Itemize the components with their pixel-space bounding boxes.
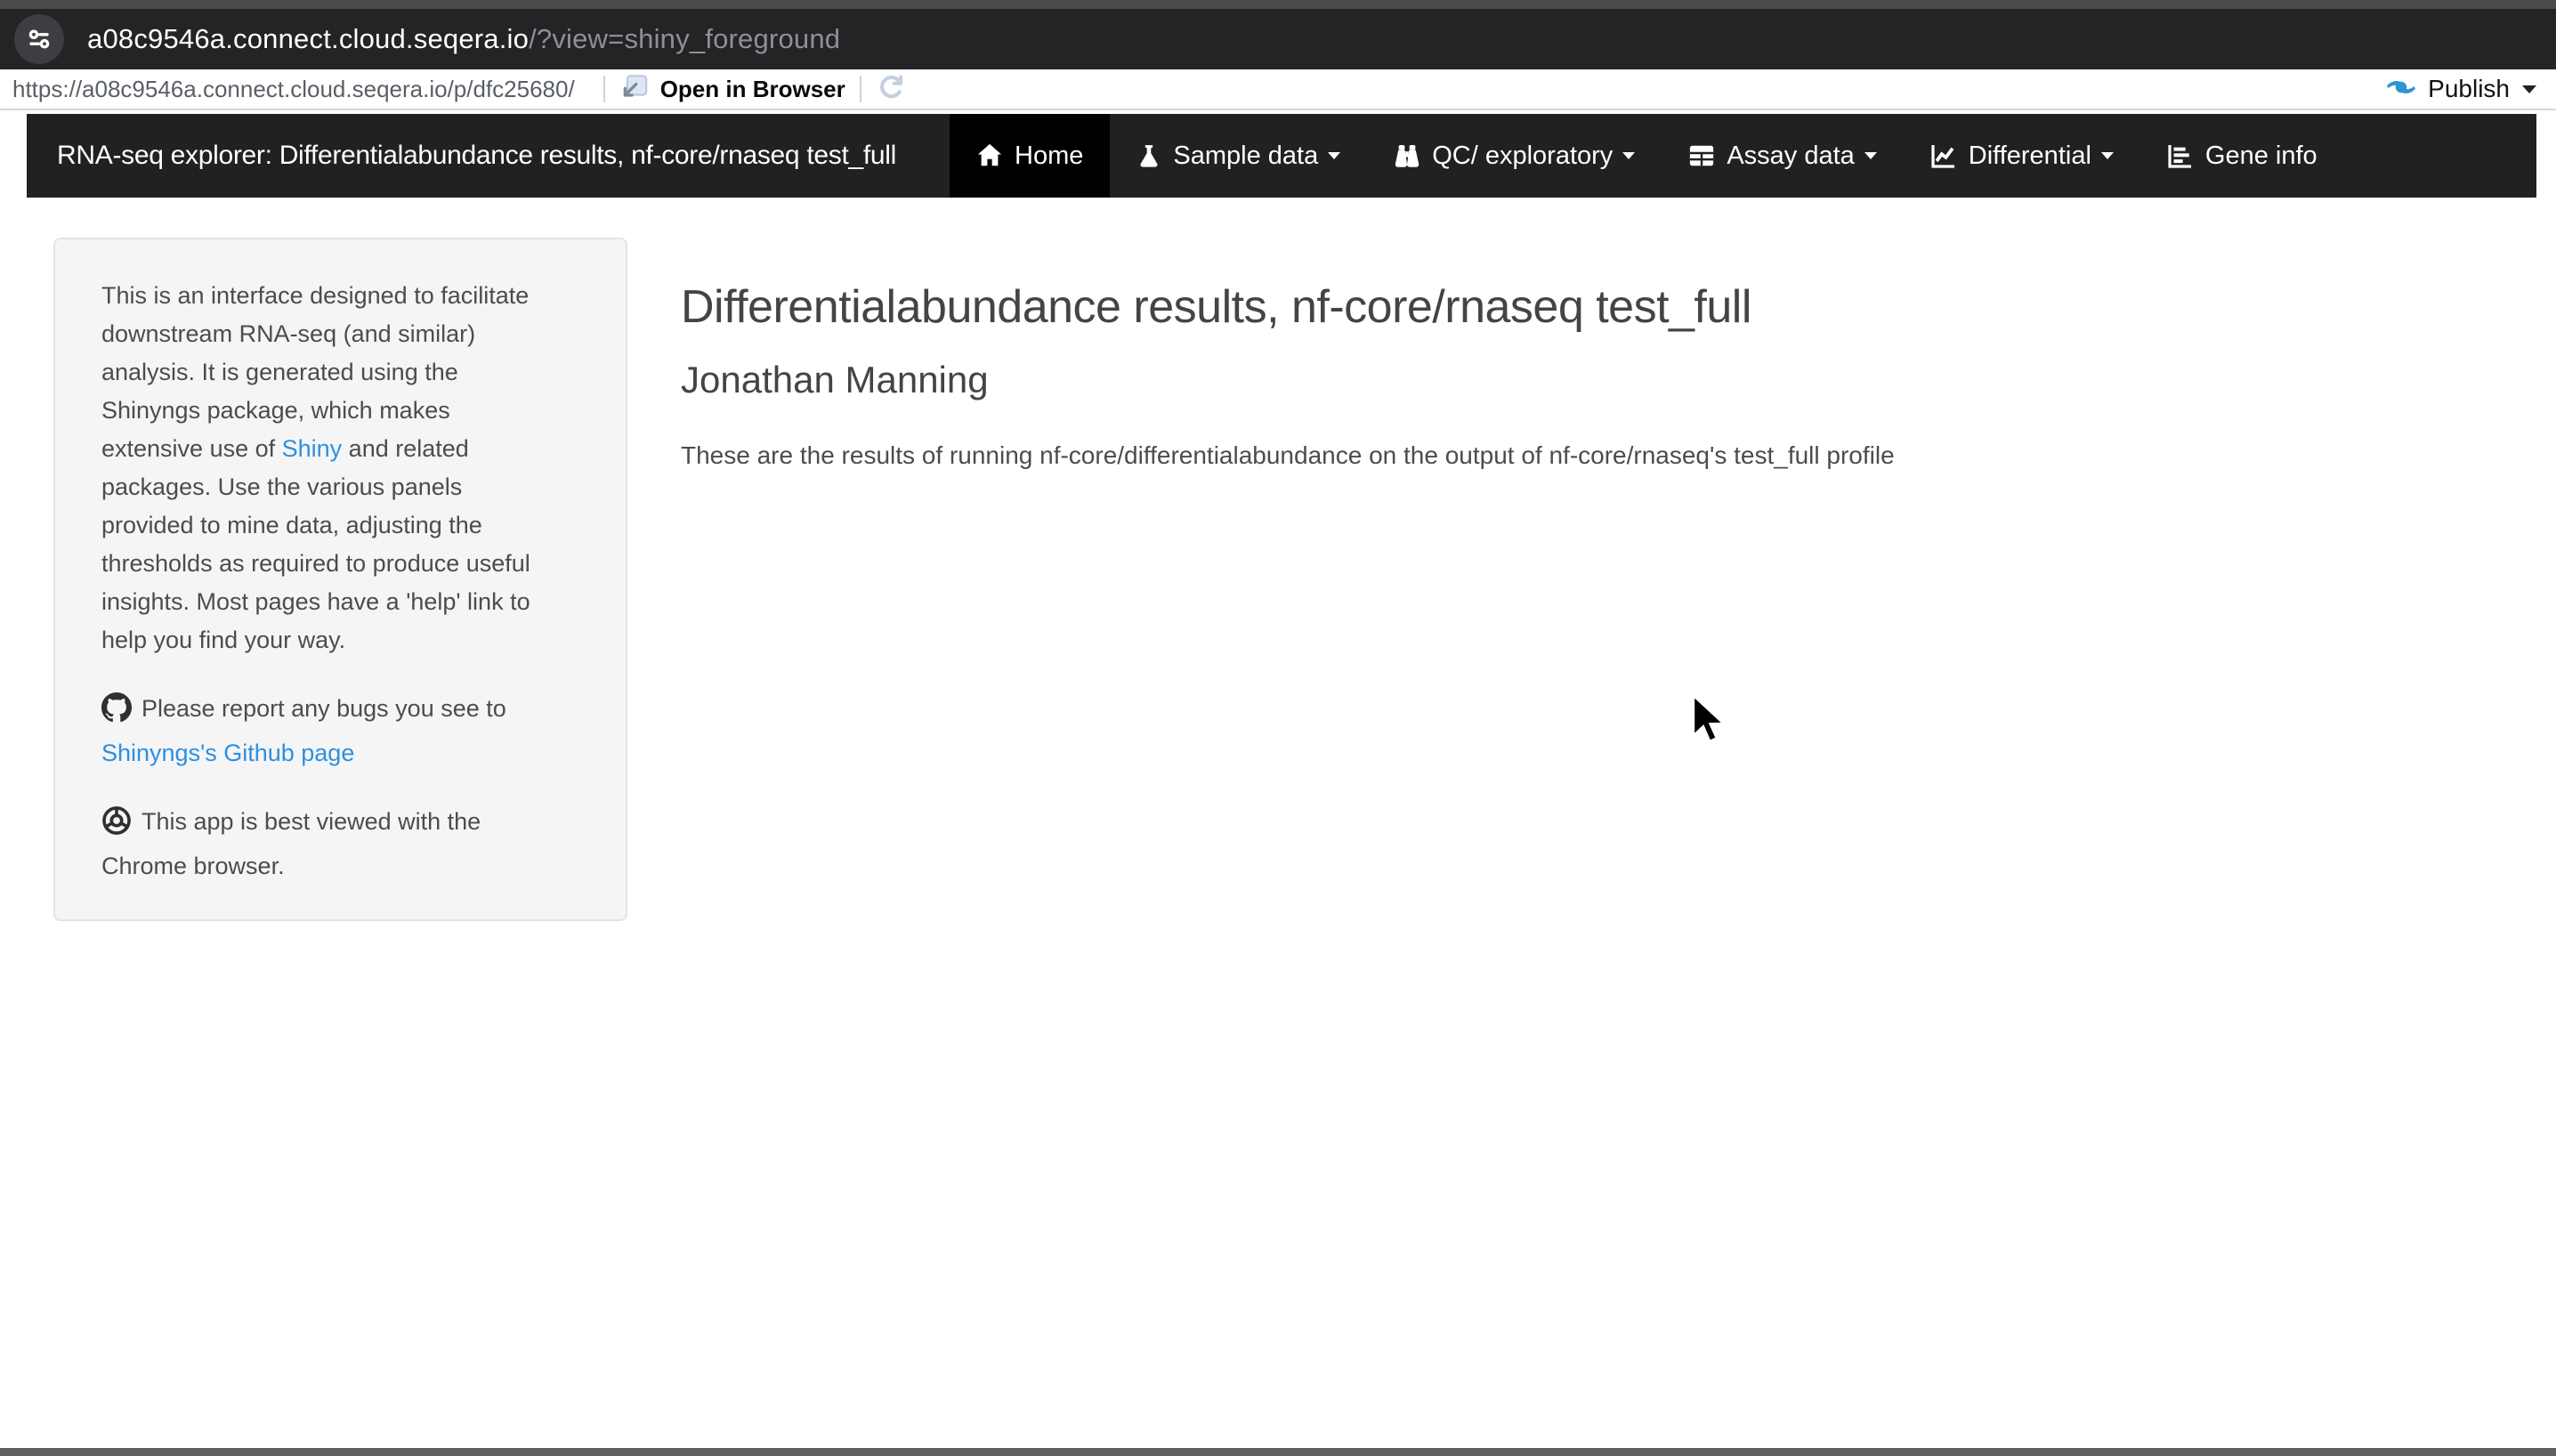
open-in-browser-label: Open in Browser — [660, 76, 845, 103]
open-in-browser-button[interactable]: Open in Browser — [619, 72, 845, 107]
content-url: https://a08c9546a.connect.cloud.seqera.i… — [12, 76, 575, 103]
intro-line: analysis. It is generated using the — [101, 353, 581, 392]
nav-item-label: Sample data — [1173, 142, 1318, 171]
toolbar-divider — [603, 76, 605, 102]
address-url[interactable]: a08c9546a.connect.cloud.seqera.io/?view=… — [87, 23, 840, 55]
binoculars-icon — [1394, 142, 1420, 169]
intro-line: thresholds as required to produce useful — [101, 545, 581, 583]
refresh-button[interactable] — [876, 72, 906, 107]
intro-line: help you find your way. — [101, 621, 581, 659]
page-description: These are the results of running nf-core… — [681, 438, 2069, 473]
navbar-nav: Home Sample data QC/ exploratory — [950, 114, 2344, 198]
chevron-down-icon — [1328, 152, 1340, 159]
nav-item-assay-data[interactable]: Assay data — [1662, 114, 1903, 198]
nav-item-label: Home — [1015, 142, 1083, 171]
chrome-icon — [101, 805, 132, 847]
intro-line: Shinyngs package, which makes — [101, 392, 581, 430]
title-bar: a08c9546a.connect.cloud.seqera.io/?view=… — [0, 9, 2556, 69]
tune-icon[interactable] — [14, 14, 64, 64]
intro-line: extensive use of Shiny and related — [101, 430, 581, 468]
navbar-brand: RNA-seq explorer: Differentialabundance … — [27, 114, 926, 198]
toolbar-divider — [860, 76, 861, 102]
bars-horizontal-icon — [2167, 142, 2194, 169]
chrome-note-item: This app is best viewed with the Chrome … — [101, 803, 581, 886]
shiny-app-area: RNA-seq explorer: Differentialabundance … — [0, 110, 2556, 1448]
intro-text: extensive use of — [101, 435, 282, 462]
sidebar-info-panel: This is an interface designed to facilit… — [53, 238, 627, 921]
intro-line: provided to mine data, adjusting the — [101, 506, 581, 545]
home-icon — [976, 142, 1003, 169]
nav-item-label: QC/ exploratory — [1432, 142, 1613, 171]
intro-line: insights. Most pages have a 'help' link … — [101, 583, 581, 621]
chart-line-icon — [1930, 142, 1957, 169]
intro-text: and related — [342, 435, 469, 462]
publish-label: Publish — [2428, 75, 2510, 103]
table-icon — [1688, 142, 1715, 169]
chrome-note-text: Chrome browser. — [101, 853, 285, 879]
nav-item-label: Gene info — [2205, 142, 2317, 171]
nav-item-qc-exploratory[interactable]: QC/ exploratory — [1367, 114, 1662, 198]
nav-item-home[interactable]: Home — [950, 114, 1110, 198]
nav-item-label: Differential — [1969, 142, 2091, 171]
shinyngs-github-link[interactable]: Shinyngs's Github page — [101, 740, 354, 766]
flask-icon — [1136, 142, 1161, 169]
nav-item-gene-info[interactable]: Gene info — [2140, 114, 2344, 198]
app-navbar: RNA-seq explorer: Differentialabundance … — [27, 114, 2536, 198]
intro-line: downstream RNA-seq (and similar) — [101, 315, 581, 353]
page-author: Jonathan Manning — [681, 358, 2069, 402]
nav-item-label: Assay data — [1727, 142, 1854, 171]
bug-report-text: Please report any bugs you see to — [142, 695, 506, 722]
page-title: Differentialabundance results, nf-core/r… — [681, 279, 2069, 335]
shiny-link[interactable]: Shiny — [282, 435, 343, 462]
chevron-down-icon — [1622, 152, 1635, 159]
window-top-edge — [0, 0, 2556, 9]
nav-item-differential[interactable]: Differential — [1904, 114, 2140, 198]
url-query: /?view=shiny_foreground — [529, 23, 840, 54]
publish-button[interactable]: Publish — [2383, 73, 2536, 106]
chevron-down-icon — [2101, 152, 2114, 159]
publish-icon — [2383, 73, 2419, 106]
window-bottom-edge — [0, 1448, 2556, 1456]
github-icon — [101, 692, 132, 734]
refresh-icon — [876, 72, 906, 107]
chevron-down-icon — [1864, 152, 1877, 159]
url-host: a08c9546a.connect.cloud.seqera.io — [87, 23, 529, 54]
main-content: Differentialabundance results, nf-core/r… — [681, 279, 2069, 473]
chrome-note-text: This app is best viewed with the — [142, 808, 481, 835]
bug-report-item: Please report any bugs you see to Shinyn… — [101, 690, 581, 772]
connect-toolbar: https://a08c9546a.connect.cloud.seqera.i… — [0, 69, 2556, 110]
chevron-down-icon — [2522, 85, 2536, 93]
intro-line: This is an interface designed to facilit… — [101, 277, 581, 315]
intro-line: packages. Use the various panels — [101, 468, 581, 506]
open-in-browser-icon — [619, 72, 650, 107]
nav-item-sample-data[interactable]: Sample data — [1110, 114, 1367, 198]
